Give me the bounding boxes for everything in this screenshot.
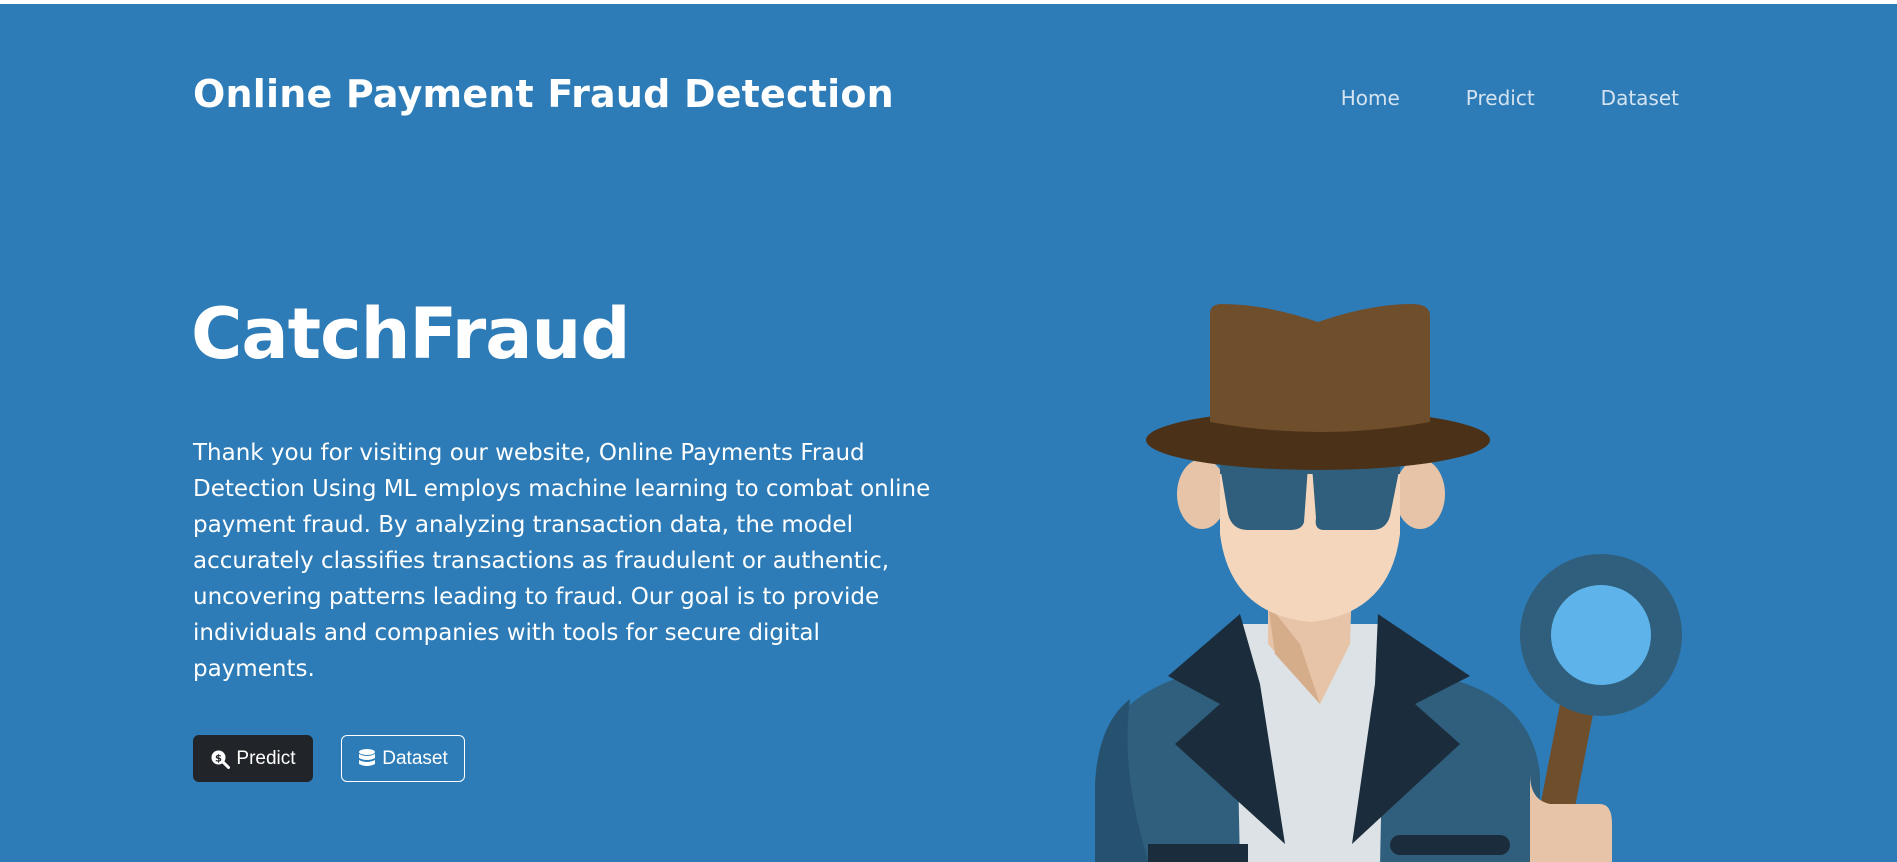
hero-title: CatchFraud [191,293,630,375]
brand-title[interactable]: Online Payment Fraud Detection [193,72,894,116]
hero-description: Thank you for visiting our website, Onli… [193,440,931,682]
database-icon [358,748,376,770]
detective-illustration [1090,304,1690,862]
dataset-button-label: Dataset [382,747,448,769]
predict-button[interactable]: $ Predict [193,735,313,782]
nav-home-link[interactable]: Home [1341,86,1400,110]
dataset-button[interactable]: Dataset [341,735,465,782]
search-dollar-icon: $ [210,749,231,769]
nav-dataset-link[interactable]: Dataset [1601,86,1679,110]
predict-button-label: Predict [236,747,296,769]
hero-section: Online Payment Fraud Detection Home Pred… [0,4,1897,862]
page: Online Payment Fraud Detection Home Pred… [0,0,1897,862]
svg-text:$: $ [215,753,222,764]
main-nav: Home Predict Dataset [1341,86,1679,110]
nav-predict-link[interactable]: Predict [1466,86,1535,110]
